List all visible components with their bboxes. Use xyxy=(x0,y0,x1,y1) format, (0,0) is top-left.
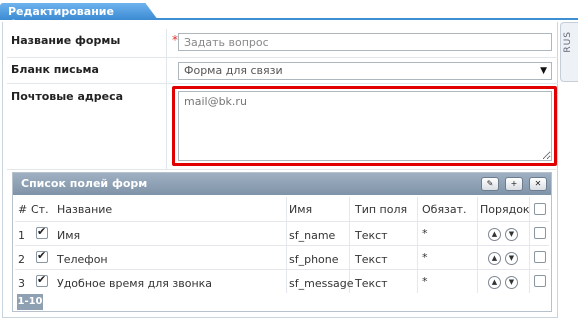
add-field-icon[interactable]: + xyxy=(505,177,523,191)
row-select-checkbox[interactable] xyxy=(534,227,546,239)
fields-grid-title: Список полей форм xyxy=(21,177,148,190)
col-order[interactable]: Порядок xyxy=(480,203,530,216)
move-down-icon[interactable]: ▼ xyxy=(505,252,518,265)
col-required[interactable]: Обязат. xyxy=(422,203,467,216)
row-status-checkbox[interactable] xyxy=(36,249,48,263)
language-tab-label: RUS xyxy=(563,31,573,53)
row-title: Телефон xyxy=(57,253,108,266)
row-required: * xyxy=(422,251,428,264)
row-select-checkbox[interactable] xyxy=(534,251,546,263)
row-title: Удобное время для звонка xyxy=(57,277,213,290)
fields-grid: Список полей форм ✎ + ✕ # Ст. Название И… xyxy=(12,172,552,312)
move-down-icon[interactable]: ▼ xyxy=(505,228,518,241)
edit-field-icon[interactable]: ✎ xyxy=(481,177,499,191)
template-select[interactable]: Форма для связи ▼ xyxy=(178,62,552,80)
col-name[interactable]: Имя xyxy=(289,203,312,216)
form-name-input[interactable] xyxy=(178,33,552,51)
language-tab[interactable]: RUS xyxy=(560,22,578,82)
move-up-icon[interactable]: ▲ xyxy=(488,228,501,241)
emails-label: Почтовые адреса xyxy=(11,90,124,103)
move-down-icon[interactable]: ▼ xyxy=(505,276,518,289)
move-up-icon[interactable]: ▲ xyxy=(488,252,501,265)
row-required: * xyxy=(422,275,428,288)
row-select-checkbox[interactable] xyxy=(534,275,546,287)
row-type: Текст xyxy=(355,277,388,290)
pager-range[interactable]: 1-10 xyxy=(17,294,43,310)
fields-grid-header: Список полей форм xyxy=(13,173,551,195)
row-name: sf_phone xyxy=(289,253,339,266)
tab-edit-form[interactable]: Редактирование формы xyxy=(0,3,158,20)
row-num: 1 xyxy=(18,229,25,242)
row-type: Текст xyxy=(355,229,388,242)
row-required: * xyxy=(422,227,428,240)
row-type: Текст xyxy=(355,253,388,266)
row-num: 3 xyxy=(18,277,25,290)
col-title[interactable]: Название xyxy=(57,203,112,216)
template-label: Бланк письма xyxy=(11,63,99,76)
col-num: # xyxy=(18,203,28,216)
tab-bar: Редактирование формы xyxy=(0,0,578,20)
col-type[interactable]: Тип поля xyxy=(355,203,407,216)
dropdown-arrow-icon: ▼ xyxy=(540,66,547,76)
row-status-checkbox[interactable] xyxy=(36,273,48,287)
move-up-icon[interactable]: ▲ xyxy=(488,276,501,289)
form-name-label: Название формы xyxy=(11,34,121,47)
delete-field-icon[interactable]: ✕ xyxy=(529,177,547,191)
row-name: sf_message xyxy=(289,277,354,290)
template-select-value: Форма для связи xyxy=(184,64,283,77)
col-status[interactable]: Ст. xyxy=(31,203,49,216)
emails-textarea[interactable] xyxy=(178,91,552,161)
row-title: Имя xyxy=(57,229,81,242)
row-status-checkbox[interactable] xyxy=(36,225,48,239)
select-all-checkbox[interactable] xyxy=(534,203,546,215)
row-num: 2 xyxy=(18,253,25,266)
row-name: sf_name xyxy=(289,229,336,242)
